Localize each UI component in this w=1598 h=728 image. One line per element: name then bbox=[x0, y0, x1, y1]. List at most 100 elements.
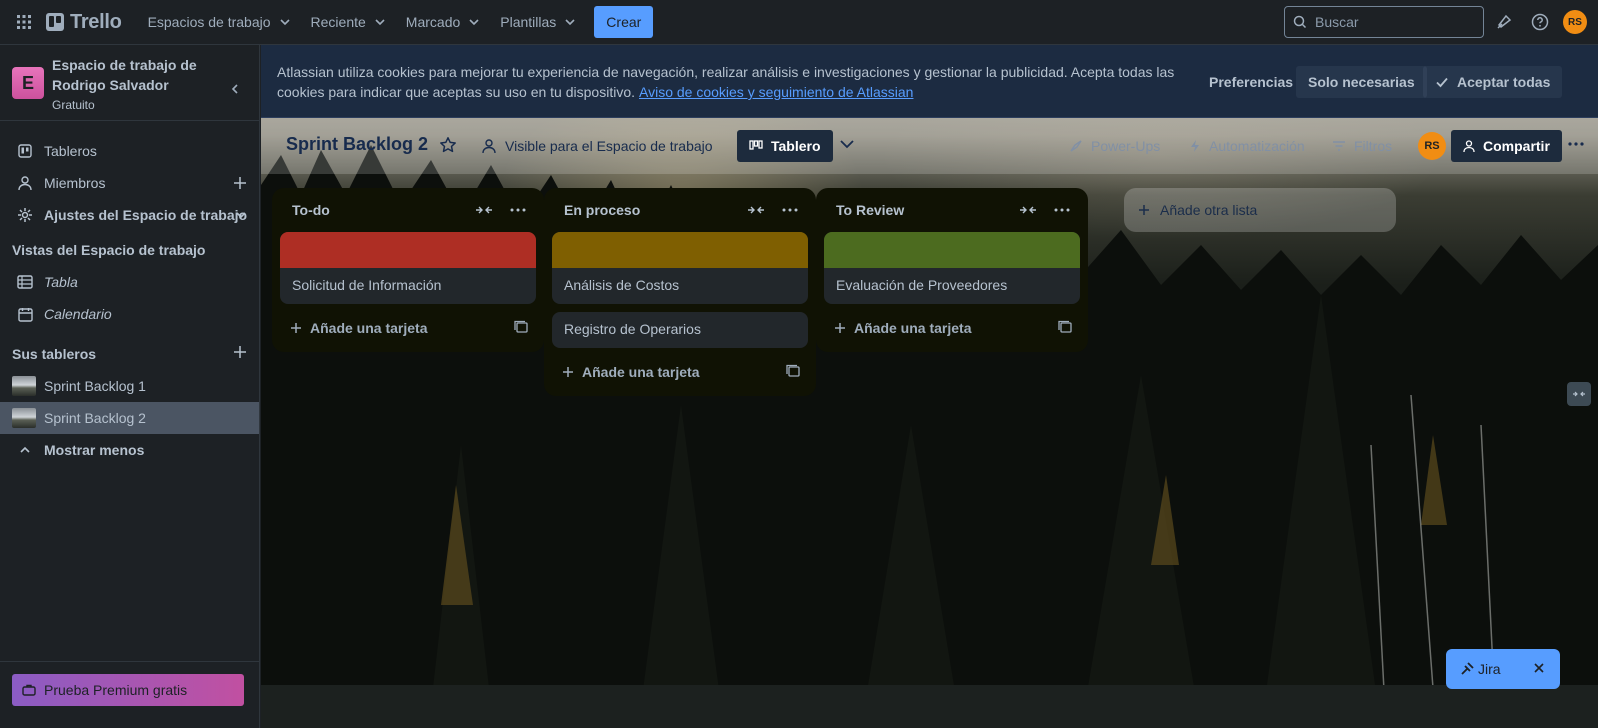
workspace-header: E Espacio de trabajo de Rodrigo Salvador… bbox=[0, 45, 259, 121]
list-menu-icon[interactable] bbox=[504, 196, 532, 224]
automation-button[interactable]: Automatización bbox=[1189, 130, 1305, 162]
chevron-down-icon[interactable] bbox=[837, 134, 857, 154]
add-card-button[interactable]: Añade una tarjeta bbox=[824, 312, 1080, 344]
app-switcher-icon[interactable] bbox=[8, 6, 40, 38]
board-thumbnail bbox=[12, 376, 36, 396]
card[interactable]: Análisis de Costos bbox=[552, 232, 808, 304]
premium-trial-button[interactable]: Prueba Premium gratis bbox=[12, 674, 244, 706]
cookie-accept-all-button[interactable]: Aceptar todas bbox=[1423, 66, 1563, 98]
collapse-list-icon[interactable] bbox=[470, 196, 498, 224]
visibility-button[interactable]: Visible para el Espacio de trabajo bbox=[481, 130, 713, 162]
menu-workspaces-label: Espacios de trabajo bbox=[147, 14, 271, 30]
sidebar-item-table[interactable]: Tabla bbox=[0, 266, 259, 298]
board-view-icon bbox=[749, 140, 763, 150]
template-icon[interactable] bbox=[514, 320, 528, 334]
menu-templates[interactable]: Plantillas bbox=[490, 6, 586, 38]
add-card-label: Añade una tarjeta bbox=[582, 364, 700, 380]
add-board-icon[interactable] bbox=[233, 345, 247, 359]
workspace-plan: Gratuito bbox=[52, 98, 95, 112]
jira-widget[interactable]: Jira bbox=[1446, 649, 1560, 689]
show-less-button[interactable]: Mostrar menos bbox=[0, 434, 259, 466]
add-list-button[interactable]: Añade otra lista bbox=[1124, 188, 1396, 232]
cookie-necessary-button[interactable]: Solo necesarias bbox=[1296, 66, 1427, 98]
sidebar: E Espacio de trabajo de Rodrigo Salvador… bbox=[0, 45, 260, 728]
member-avatar[interactable]: RS bbox=[1418, 132, 1446, 160]
template-icon[interactable] bbox=[1058, 320, 1072, 334]
menu-templates-label: Plantillas bbox=[500, 14, 557, 30]
cookie-preferences-button[interactable]: Preferencias bbox=[1197, 66, 1305, 98]
card-title: Evaluación de Proveedores bbox=[836, 277, 1008, 293]
card[interactable]: Registro de Operarios bbox=[552, 312, 808, 348]
powerups-button[interactable]: Power-Ups bbox=[1069, 130, 1160, 162]
menu-recent[interactable]: Reciente bbox=[301, 6, 396, 38]
more-options-icon[interactable] bbox=[1566, 134, 1586, 154]
automation-label: Automatización bbox=[1209, 138, 1305, 154]
search-placeholder: Buscar bbox=[1315, 14, 1359, 30]
sidebar-item-label: Ajustes del Espacio de trabajo bbox=[44, 207, 248, 223]
card-title: Registro de Operarios bbox=[564, 321, 701, 337]
filters-button[interactable]: Filtros bbox=[1332, 130, 1392, 162]
list-title[interactable]: To-do bbox=[292, 202, 330, 218]
card[interactable]: Evaluación de Proveedores bbox=[824, 232, 1080, 304]
create-button[interactable]: Crear bbox=[594, 6, 654, 38]
people-icon bbox=[482, 139, 496, 154]
expand-panel-icon[interactable] bbox=[1567, 382, 1591, 406]
trello-logo[interactable]: Trello bbox=[46, 11, 122, 34]
collapse-sidebar-icon[interactable] bbox=[223, 77, 247, 101]
star-icon[interactable] bbox=[439, 136, 457, 154]
collapse-list-icon[interactable] bbox=[742, 196, 770, 224]
help-icon[interactable] bbox=[1526, 8, 1554, 36]
chevron-up-icon bbox=[16, 441, 34, 459]
list-in-progress: En proceso Análisis de Costos Registro d… bbox=[544, 188, 816, 396]
board-icon bbox=[16, 142, 34, 160]
view-switcher-button[interactable]: Tablero bbox=[737, 130, 833, 162]
list-header: To-do bbox=[280, 188, 536, 232]
sidebar-item-boards[interactable]: Tableros bbox=[0, 135, 259, 167]
sidebar-item-label: Miembros bbox=[44, 175, 106, 191]
list-title[interactable]: To Review bbox=[836, 202, 904, 218]
share-button[interactable]: Compartir bbox=[1451, 130, 1562, 162]
rocket-icon bbox=[1070, 140, 1082, 152]
board-title[interactable]: Sprint Backlog 2 bbox=[286, 134, 428, 155]
template-icon[interactable] bbox=[786, 364, 800, 378]
user-avatar[interactable]: RS bbox=[1563, 10, 1587, 34]
card-cover bbox=[280, 232, 536, 268]
board-canvas: Atlassian utiliza cookies para mejorar t… bbox=[261, 45, 1598, 728]
your-boards-heading: Sus tableros bbox=[12, 346, 97, 362]
workspace-avatar[interactable]: E bbox=[12, 67, 44, 99]
list-menu-icon[interactable] bbox=[776, 196, 804, 224]
cookie-policy-link[interactable]: Aviso de cookies y seguimiento de Atlass… bbox=[639, 84, 913, 100]
menu-workspaces[interactable]: Espacios de trabajo bbox=[138, 6, 301, 38]
menu-starred[interactable]: Marcado bbox=[396, 6, 490, 38]
sidebar-item-label: Tabla bbox=[44, 274, 78, 290]
list-title[interactable]: En proceso bbox=[564, 202, 640, 218]
sidebar-item-members[interactable]: Miembros bbox=[0, 167, 259, 199]
card-title: Análisis de Costos bbox=[564, 277, 680, 293]
card[interactable]: Solicitud de Información bbox=[280, 232, 536, 304]
add-card-button[interactable]: Añade una tarjeta bbox=[552, 356, 808, 388]
sidebar-item-label: Sprint Backlog 2 bbox=[44, 410, 146, 426]
search-input[interactable]: Buscar bbox=[1284, 6, 1484, 38]
workspace-name[interactable]: Espacio de trabajo de Rodrigo Salvador bbox=[52, 55, 212, 95]
jira-icon bbox=[1461, 662, 1474, 675]
sidebar-item-board-2[interactable]: Sprint Backlog 2 bbox=[0, 402, 259, 434]
list-menu-icon[interactable] bbox=[1048, 196, 1076, 224]
add-member-icon[interactable] bbox=[233, 176, 247, 190]
sidebar-item-calendar[interactable]: Calendario bbox=[0, 298, 259, 330]
list-todo: To-do Solicitud de Información Añade una… bbox=[272, 188, 544, 352]
add-card-button[interactable]: Añade una tarjeta bbox=[280, 312, 536, 344]
collapse-list-icon[interactable] bbox=[1014, 196, 1042, 224]
table-icon bbox=[16, 273, 34, 291]
sidebar-item-board-1[interactable]: Sprint Backlog 1 bbox=[0, 370, 259, 402]
jira-label: Jira bbox=[1478, 661, 1501, 677]
chevron-down-icon bbox=[375, 19, 385, 26]
plus-icon bbox=[291, 323, 301, 333]
view-label: Tablero bbox=[771, 138, 821, 154]
sidebar-item-label: Calendario bbox=[44, 306, 112, 322]
sidebar-item-settings[interactable]: Ajustes del Espacio de trabajo bbox=[0, 199, 259, 231]
notifications-icon[interactable] bbox=[1490, 8, 1518, 36]
filter-icon bbox=[1333, 141, 1345, 151]
logo-text: Trello bbox=[70, 10, 122, 33]
close-icon[interactable] bbox=[1532, 661, 1546, 675]
check-icon bbox=[1436, 77, 1448, 88]
